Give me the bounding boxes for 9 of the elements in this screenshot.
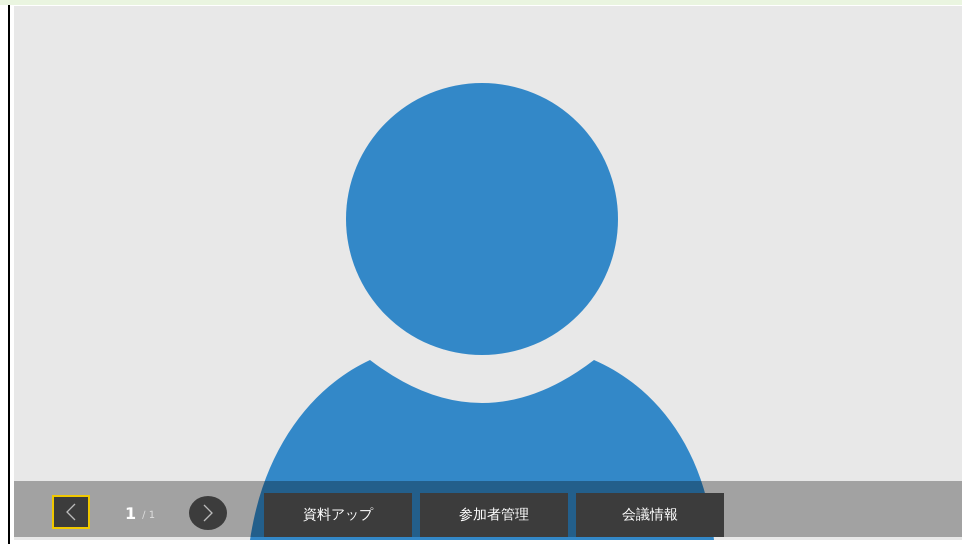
page-number: 1 <box>125 504 136 523</box>
chevron-left-icon <box>65 503 77 521</box>
toolbar-button[interactable]: 資料アップ <box>264 493 412 537</box>
toolbar-button[interactable]: 参加者管理 <box>420 493 568 537</box>
previous-button[interactable] <box>52 495 90 529</box>
page-total: / 1 <box>142 510 156 521</box>
toolbar-button[interactable]: 会議情報 <box>576 493 724 537</box>
chevron-right-icon <box>202 504 214 522</box>
next-button[interactable] <box>189 496 228 530</box>
